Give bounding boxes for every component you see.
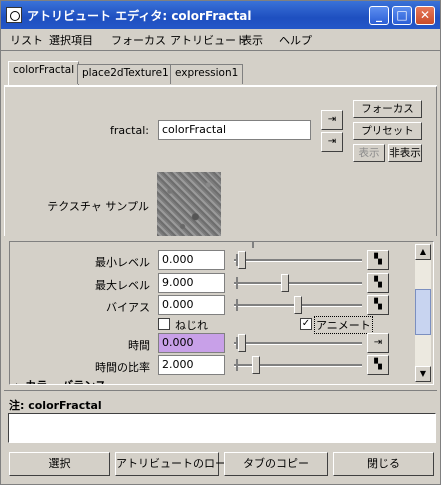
- time-ratio-map-icon[interactable]: ▚: [367, 355, 389, 375]
- bias-slider[interactable]: [234, 295, 362, 315]
- min-level-map-icon[interactable]: ▚: [367, 250, 389, 270]
- node-name-label: fractal:: [110, 124, 149, 137]
- node-name-field[interactable]: colorFractal: [158, 120, 311, 140]
- time-slider[interactable]: [234, 333, 362, 353]
- window-title: アトリビュート エディタ: colorFractal: [27, 9, 252, 23]
- menu-attributes[interactable]: アトリビュート: [170, 32, 247, 48]
- attr-label-min-level: 最小レベル: [95, 256, 150, 269]
- notes-textarea[interactable]: [8, 413, 436, 443]
- notes-label: 注: colorFractal: [9, 399, 102, 412]
- attribute-editor-window: アトリビュート エディタ: colorFractal _ □ ✕ リスト 選択項…: [0, 0, 441, 485]
- time-connection-icon[interactable]: ⇥: [367, 333, 389, 353]
- tab-place2dtexture1[interactable]: place2dTexture1: [77, 64, 174, 84]
- load-attributes-button[interactable]: アトリビュートのロード: [115, 452, 237, 476]
- menu-selected[interactable]: 選択項目: [49, 32, 93, 48]
- tab-colorfractal[interactable]: colorFractal: [8, 61, 80, 85]
- attr-label-time-ratio: 時間の比率: [95, 361, 150, 374]
- menu-show[interactable]: 表示: [241, 32, 263, 48]
- inflection-label: ねじれ: [175, 319, 208, 332]
- inflection-checkbox[interactable]: [158, 318, 170, 330]
- max-level-field[interactable]: 9.000: [158, 273, 225, 293]
- output-connection-icon[interactable]: ⇥: [321, 132, 343, 152]
- app-icon: [6, 7, 22, 23]
- animated-checkbox[interactable]: ✓: [300, 318, 312, 330]
- menu-list[interactable]: リスト: [10, 32, 43, 48]
- menu-bar: リスト 選択項目 フォーカス アトリビュート 表示 ヘルプ: [1, 29, 440, 49]
- scroll-down-icon[interactable]: ▼: [415, 366, 431, 382]
- attributes-scroll-area[interactable]: 最小レベル 0.000 ▚ 最大レベル 9.000 ▚ バイアス 0.000 ▚…: [9, 241, 434, 385]
- tab-expression1[interactable]: expression1: [170, 64, 244, 84]
- hide-button[interactable]: 非表示: [388, 144, 422, 162]
- presets-button[interactable]: プリセット: [353, 122, 422, 140]
- time-ratio-field[interactable]: 2.000: [158, 355, 225, 375]
- slider-tick-above: [252, 242, 254, 248]
- time-ratio-slider[interactable]: [234, 355, 362, 375]
- close-window-button[interactable]: ✕: [415, 6, 435, 25]
- attr-label-time: 時間: [128, 339, 150, 352]
- scroll-thumb[interactable]: [415, 289, 431, 335]
- title-bar[interactable]: アトリビュート エディタ: colorFractal _ □ ✕: [1, 1, 440, 29]
- time-field[interactable]: 0.000: [158, 333, 225, 353]
- show-button[interactable]: 表示: [353, 144, 385, 162]
- input-connection-icon[interactable]: ⇥: [321, 110, 343, 130]
- notes-separator: [4, 390, 437, 391]
- close-button[interactable]: 閉じる: [333, 452, 434, 476]
- bias-field[interactable]: 0.000: [158, 295, 225, 315]
- min-level-slider[interactable]: [234, 250, 362, 270]
- attr-label-max-level: 最大レベル: [95, 279, 150, 292]
- focus-button[interactable]: フォーカス: [353, 100, 422, 118]
- bias-map-icon[interactable]: ▚: [367, 295, 389, 315]
- color-balance-section-header[interactable]: ▸ カラー バランス: [16, 377, 106, 384]
- scroll-up-icon[interactable]: ▲: [415, 244, 431, 260]
- max-level-map-icon[interactable]: ▚: [367, 273, 389, 293]
- max-level-slider[interactable]: [234, 273, 362, 293]
- maximize-button[interactable]: □: [392, 6, 412, 25]
- texture-sample-label: テクスチャ サンプル: [47, 200, 149, 213]
- menu-focus[interactable]: フォーカス: [111, 32, 166, 48]
- menu-separator: [1, 50, 440, 51]
- menu-help[interactable]: ヘルプ: [279, 32, 312, 48]
- node-tabs: colorFractal place2dTexture1 expression1: [1, 59, 440, 87]
- minimize-button[interactable]: _: [369, 6, 389, 25]
- attr-label-bias: バイアス: [106, 301, 150, 314]
- min-level-field[interactable]: 0.000: [158, 250, 225, 270]
- copy-tab-button[interactable]: タブのコピー: [224, 452, 328, 476]
- animated-label: アニメート: [314, 316, 373, 334]
- attributes-scrollbar[interactable]: ▲ ▼: [415, 244, 431, 382]
- select-button[interactable]: 選択: [9, 452, 110, 476]
- texture-sample-swatch[interactable]: [157, 172, 221, 236]
